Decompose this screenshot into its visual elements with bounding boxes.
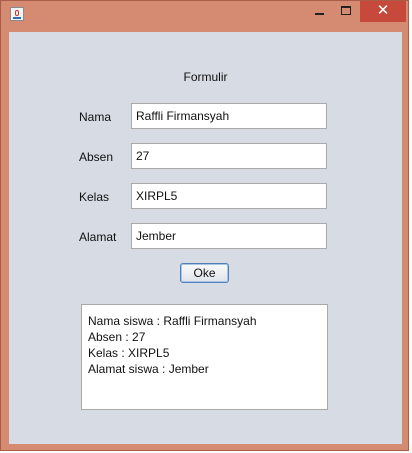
form-panel: Formulir Nama Absen Kelas Alamat Oke Nam…: [9, 32, 402, 444]
app-window: ✕ Formulir Nama Absen Kelas Alamat Oke N…: [0, 0, 409, 451]
close-button[interactable]: ✕: [360, 1, 406, 22]
absen-label: Absen: [79, 150, 114, 164]
maximize-button[interactable]: [333, 1, 359, 22]
oke-button[interactable]: Oke: [180, 263, 229, 283]
title-bar[interactable]: ✕: [1, 1, 408, 29]
output-line-kelas: Kelas : XIRPL5: [88, 346, 170, 360]
alamat-label: Alamat: [79, 230, 117, 244]
nama-field[interactable]: [131, 103, 327, 129]
kelas-label: Kelas: [79, 190, 110, 204]
kelas-field[interactable]: [131, 183, 327, 209]
alamat-field[interactable]: [131, 223, 327, 249]
form-title: Formulir: [183, 70, 228, 84]
nama-label: Nama: [79, 110, 112, 124]
output-line-absen: Absen : 27: [88, 330, 146, 344]
output-textarea[interactable]: Nama siswa : Raffli Firmansyah Absen : 2…: [81, 304, 328, 410]
output-line-alamat: Alamat siswa : Jember: [88, 362, 209, 376]
output-line-nama: Nama siswa : Raffli Firmansyah: [88, 314, 257, 328]
java-icon[interactable]: [10, 7, 24, 21]
minimize-button[interactable]: [307, 1, 333, 22]
absen-field[interactable]: [131, 143, 327, 169]
